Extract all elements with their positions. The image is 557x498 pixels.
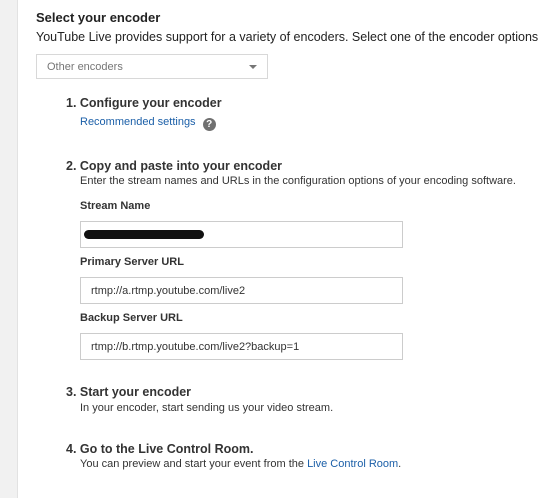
- step-3-title: 3. Start your encoder: [66, 385, 192, 399]
- encoder-setup-panel: Select your encoder YouTube Live provide…: [17, 0, 557, 498]
- backup-server-url-label: Backup Server URL: [80, 312, 183, 324]
- stream-name-field[interactable]: [80, 221, 403, 248]
- step-1-link-row: Recommended settings ?: [80, 116, 216, 131]
- primary-server-url-label: Primary Server URL: [80, 256, 184, 268]
- help-icon[interactable]: ?: [202, 118, 216, 131]
- step-4-description: You can preview and start your event fro…: [80, 458, 401, 470]
- step-2-title: 2. Copy and paste into your encoder: [66, 159, 283, 173]
- step-3-description: In your encoder, start sending us your v…: [80, 402, 334, 414]
- section-intro: YouTube Live provides support for a vari…: [36, 30, 539, 44]
- encoder-select-value: Other encoders: [47, 61, 123, 73]
- primary-server-url-value: rtmp://a.rtmp.youtube.com/live2: [91, 285, 246, 297]
- step-1-title: 1. Configure your encoder: [66, 96, 222, 110]
- step-4-title: 4. Go to the Live Control Room.: [66, 442, 254, 456]
- step-4-description-text: You can preview and start your event fro…: [80, 458, 308, 470]
- backup-server-url-value: rtmp://b.rtmp.youtube.com/live2?backup=1: [91, 341, 300, 353]
- backup-server-url-field[interactable]: rtmp://b.rtmp.youtube.com/live2?backup=1: [80, 333, 403, 360]
- section-title: Select your encoder: [36, 10, 161, 25]
- primary-server-url-field[interactable]: rtmp://a.rtmp.youtube.com/live2: [80, 277, 403, 304]
- step-2-description: Enter the stream names and URLs in the c…: [80, 175, 516, 187]
- encoder-select-dropdown[interactable]: Other encoders: [36, 54, 268, 79]
- live-control-room-link[interactable]: Live Control Room: [307, 458, 398, 470]
- stream-name-label: Stream Name: [80, 200, 151, 212]
- redaction-mark: [84, 230, 204, 239]
- step-4-description-end: .: [398, 458, 402, 470]
- recommended-settings-link[interactable]: Recommended settings: [80, 116, 196, 128]
- chevron-down-icon: [249, 65, 257, 69]
